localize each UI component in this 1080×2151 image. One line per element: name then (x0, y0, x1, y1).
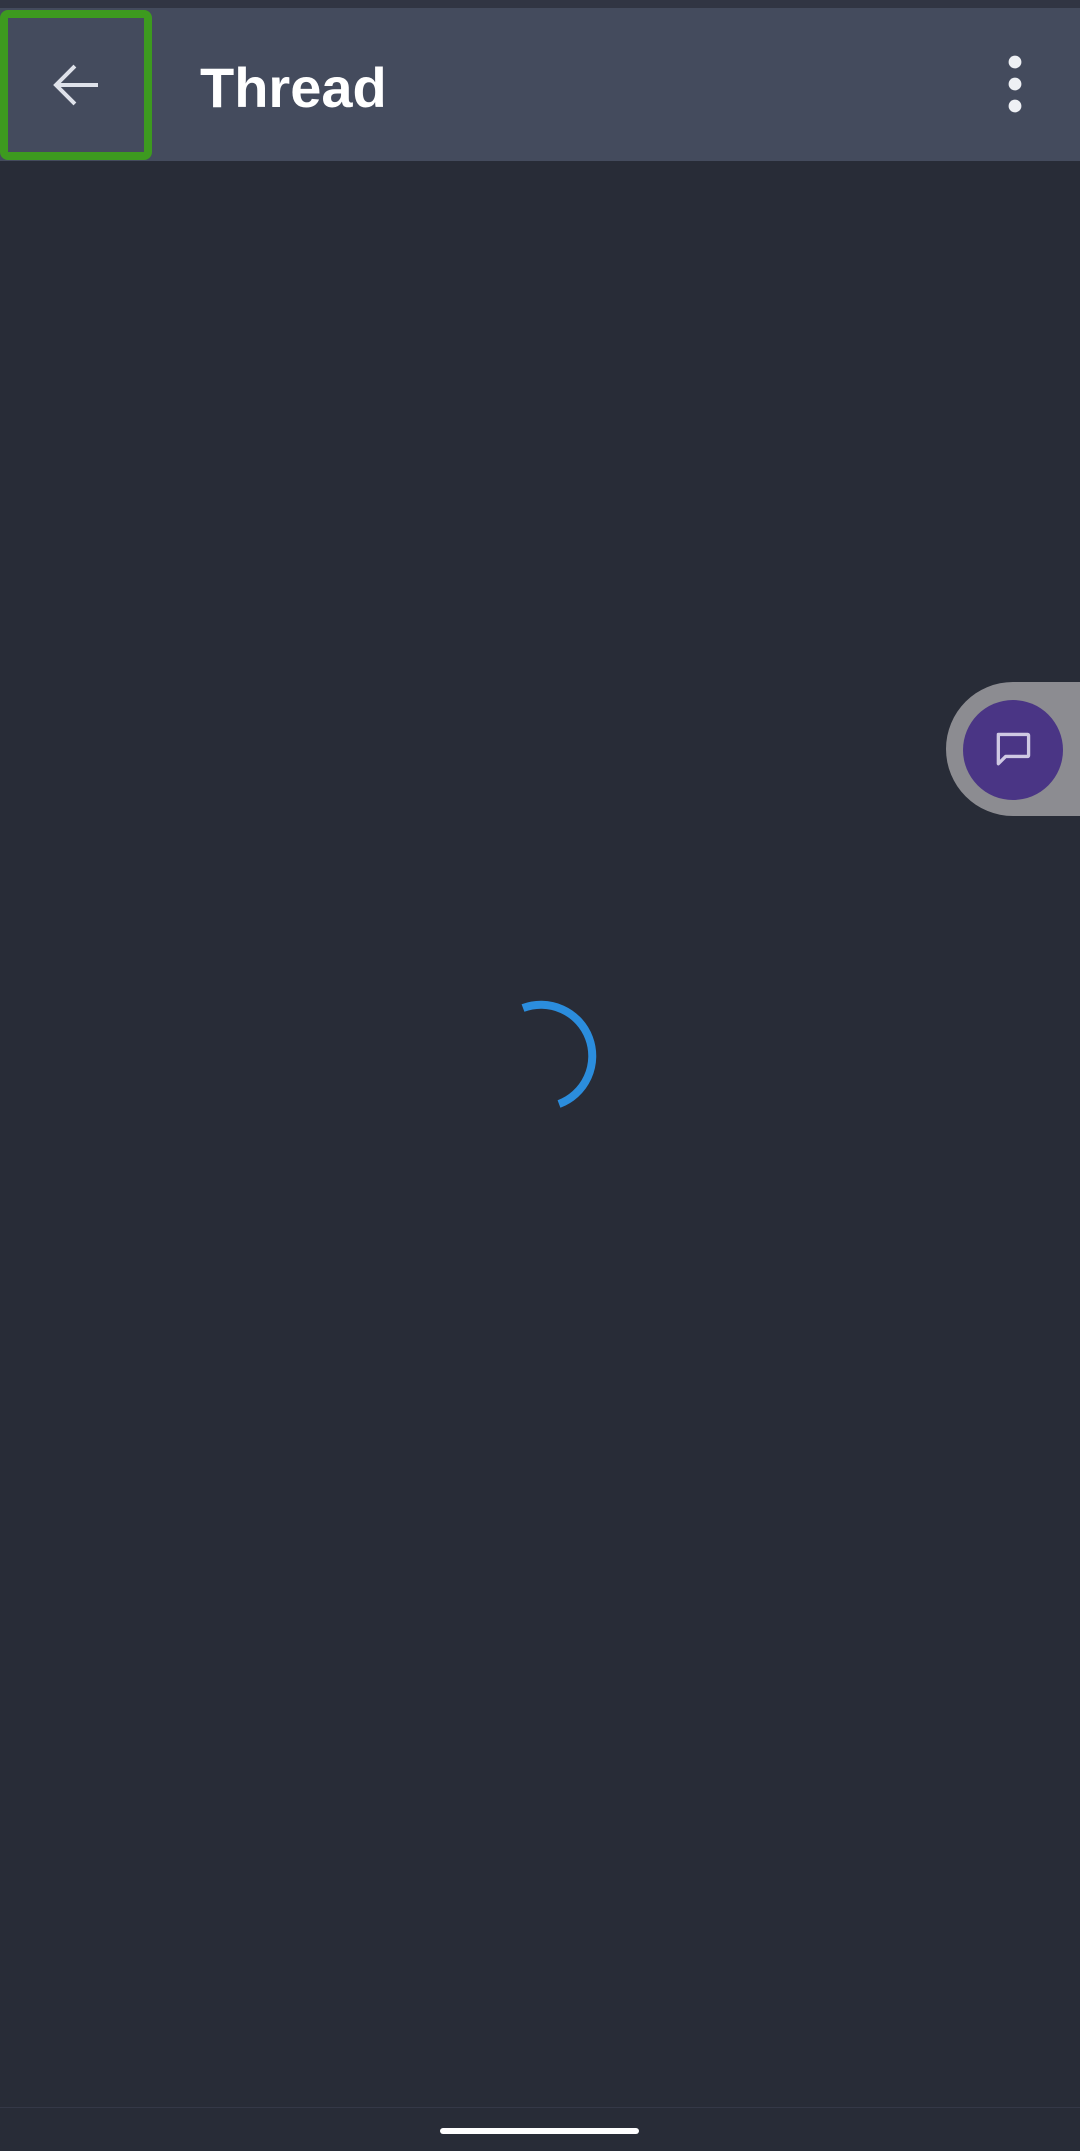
page-title: Thread (200, 56, 387, 119)
chat-bubble-icon (996, 732, 1031, 766)
navigation-bar-divider (0, 2107, 1080, 2108)
status-bar (0, 0, 1080, 8)
back-button[interactable] (0, 10, 152, 160)
loading-spinner-icon (521, 1000, 597, 1108)
more-vertical-icon (1008, 55, 1022, 113)
thread-screen: Thread (0, 0, 1080, 2151)
home-indicator[interactable] (440, 2128, 639, 2134)
app-bar (0, 8, 1080, 161)
more-options-button[interactable] (985, 44, 1045, 124)
chat-button[interactable] (963, 700, 1063, 800)
arrow-left-icon (53, 64, 98, 106)
